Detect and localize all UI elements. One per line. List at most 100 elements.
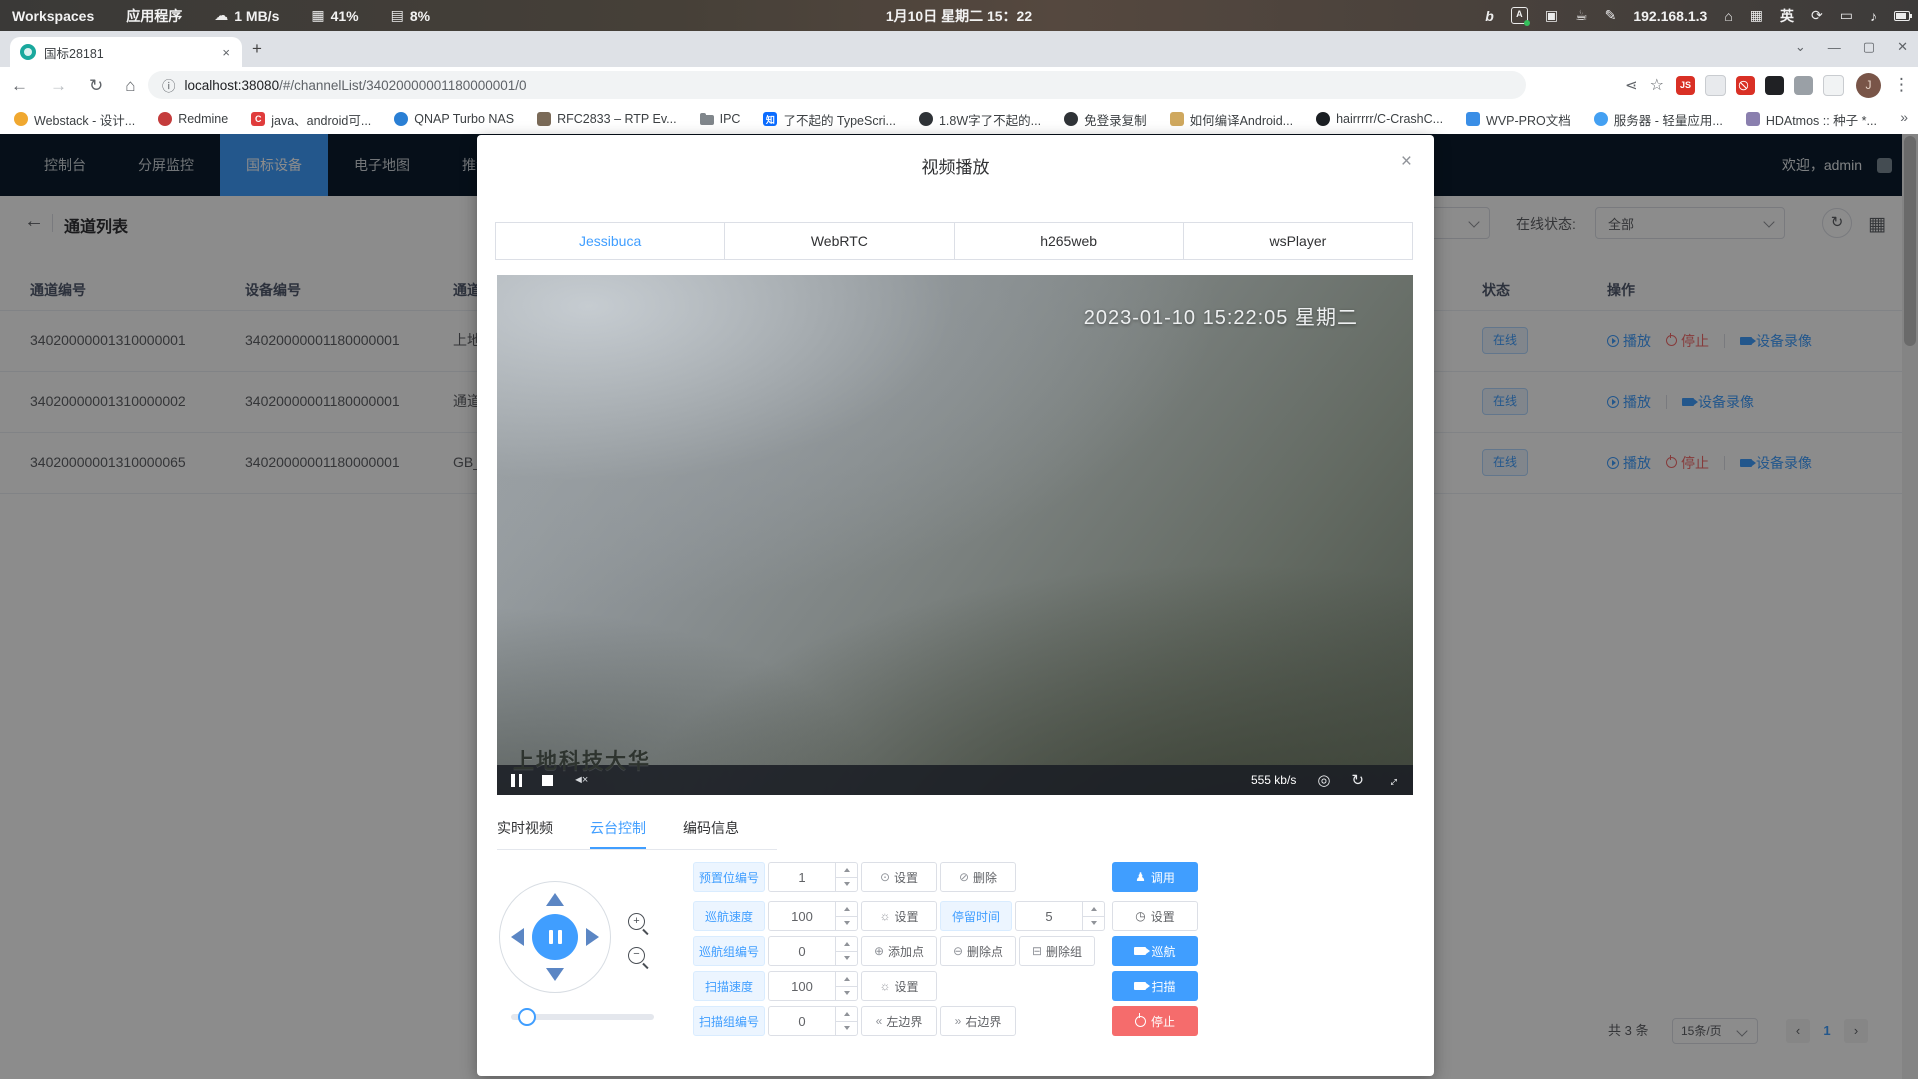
fullscreen-icon[interactable]: ↔ [1381, 769, 1402, 790]
window-close-icon[interactable]: ✕ [1897, 39, 1908, 55]
spinner-up-icon[interactable] [836, 902, 857, 917]
bookmark-item-3[interactable]: QNAP Turbo NAS [394, 112, 514, 126]
ptz-down-arrow[interactable] [546, 968, 564, 981]
ptz-action-扫描[interactable]: 扫描 [1112, 971, 1198, 1001]
ptz-action-停止[interactable]: 停止 [1112, 1006, 1198, 1036]
ptz-button-设置[interactable]: ⊙设置 [861, 862, 937, 892]
sub-tab-0[interactable]: 实时视频 [497, 818, 553, 849]
volume-icon[interactable]: ♪ [1870, 8, 1877, 24]
bookmark-item-8[interactable]: 免登录复制 [1064, 110, 1147, 129]
spinner-down-icon[interactable] [836, 987, 857, 1001]
ptz-button-删除组[interactable]: ⊟删除组 [1019, 936, 1095, 966]
browser-menu-icon[interactable]: ⋮ [1893, 75, 1910, 95]
ime-indicator-icon[interactable]: A [1511, 7, 1528, 24]
bookmark-item-7[interactable]: 1.8W字了不起的... [919, 110, 1041, 129]
bookmark-item-10[interactable]: hairrrrr/C-CrashC... [1316, 112, 1443, 126]
spinner-up-icon[interactable] [1083, 902, 1104, 917]
spinner-up-icon[interactable] [836, 937, 857, 952]
workspaces-button[interactable]: Workspaces [0, 8, 106, 24]
ptz-button-右边界[interactable]: »右边界 [940, 1006, 1016, 1036]
bookmark-item-4[interactable]: RFC2833 – RTP Ev... [537, 112, 677, 126]
bookmark-item-5[interactable]: IPC [700, 112, 741, 126]
player-refresh-icon[interactable]: ↻ [1351, 771, 1364, 789]
screen-rotate-icon[interactable]: ⟳ [1811, 7, 1823, 24]
spinner-up-icon[interactable] [836, 1007, 857, 1022]
extension-dark-icon[interactable] [1765, 76, 1784, 95]
caffeine-tray-icon[interactable]: ☕ [1575, 7, 1588, 24]
window-minimize-icon[interactable]: — [1828, 40, 1841, 55]
ptz-action-调用[interactable]: ♟调用 [1112, 862, 1198, 892]
bookmark-item-1[interactable]: Redmine [158, 112, 228, 126]
bookmark-item-6[interactable]: 知了不起的 TypeScri... [763, 110, 896, 129]
zoom-in-icon[interactable] [628, 913, 645, 930]
bookmark-item-13[interactable]: HDAtmos :: 种子 *... [1746, 110, 1877, 129]
browser-tab[interactable]: 国标28181 × [10, 37, 242, 67]
reload-icon[interactable]: ↻ [78, 76, 114, 96]
ptz-action-设置[interactable]: ◷设置 [1112, 901, 1198, 931]
applications-menu[interactable]: 应用程序 [114, 6, 194, 26]
tab-search-icon[interactable]: ⌄ [1795, 39, 1806, 55]
pause-icon[interactable] [511, 774, 522, 787]
extension-puzzle-icon[interactable] [1794, 76, 1813, 95]
ptz-up-arrow[interactable] [546, 893, 564, 906]
extension-blocker-icon[interactable]: ⃠ [1736, 76, 1755, 95]
home-icon[interactable]: ⌂ [114, 76, 146, 96]
ptz-button-删除点[interactable]: ⊖删除点 [940, 936, 1016, 966]
bookmark-item-12[interactable]: 服务器 - 轻量应用... [1594, 110, 1723, 129]
player-tab-h265web[interactable]: h265web [955, 223, 1184, 259]
player-tab-wsplayer[interactable]: wsPlayer [1184, 223, 1412, 259]
back-icon[interactable]: ← [0, 76, 39, 96]
spinner-down-icon[interactable] [836, 878, 857, 892]
slider-thumb[interactable] [518, 1008, 536, 1026]
clipboard-tray-icon[interactable]: ▣ [1545, 7, 1558, 24]
dialog-close-icon[interactable]: × [1401, 151, 1412, 173]
bookmark-item-11[interactable]: WVP-PRO文档 [1466, 110, 1571, 129]
number-input[interactable]: 100 [768, 901, 858, 931]
extension-wallet-icon[interactable] [1705, 75, 1726, 96]
spinner-down-icon[interactable] [1083, 917, 1104, 931]
extension-window-icon[interactable] [1823, 75, 1844, 96]
spinner-down-icon[interactable] [836, 917, 857, 931]
bookmark-item-9[interactable]: 如何编译Android... [1170, 110, 1294, 129]
ptz-button-左边界[interactable]: «左边界 [861, 1006, 937, 1036]
input-language-indicator[interactable]: 英 [1780, 6, 1794, 26]
ptz-button-设置[interactable]: ☼设置 [861, 971, 937, 1001]
player-tab-jessibuca[interactable]: Jessibuca [496, 223, 725, 259]
bookmark-star-icon[interactable]: ☆ [1650, 75, 1664, 95]
spinner-down-icon[interactable] [836, 952, 857, 966]
number-input[interactable]: 0 [768, 1006, 858, 1036]
volume-muted-icon[interactable]: ◄× [573, 774, 586, 786]
ptz-right-arrow[interactable] [586, 928, 599, 946]
bookmark-item-2[interactable]: Cjava、android可... [251, 110, 371, 129]
number-input[interactable]: 1 [768, 862, 858, 892]
ptz-center-button[interactable] [532, 914, 578, 960]
share-icon[interactable]: ⋖ [1625, 76, 1638, 94]
colorpicker-tray-icon[interactable]: ✎ [1605, 7, 1617, 24]
battery-icon[interactable] [1894, 11, 1910, 21]
bookmark-item-0[interactable]: Webstack - 设计... [14, 110, 135, 129]
number-input[interactable]: 5 [1015, 901, 1105, 931]
ptz-speed-slider[interactable] [511, 1014, 654, 1020]
site-info-icon[interactable]: ⓘ [162, 75, 176, 95]
bing-tray-icon[interactable]: b [1485, 8, 1494, 24]
zoom-out-icon[interactable] [628, 947, 645, 964]
window-maximize-icon[interactable]: ▢ [1863, 39, 1875, 55]
bookmarks-overflow-icon[interactable]: » [1900, 109, 1908, 125]
home-tray-icon[interactable]: ⌂ [1724, 8, 1732, 24]
tab-close-icon[interactable]: × [220, 45, 232, 60]
stop-icon[interactable] [542, 775, 553, 786]
spinner-up-icon[interactable] [836, 863, 857, 878]
ptz-button-设置[interactable]: ☼设置 [861, 901, 937, 931]
spinner-up-icon[interactable] [836, 972, 857, 987]
address-bar[interactable]: ⓘ localhost:38080/#/channelList/34020000… [148, 71, 1526, 99]
extension-js-icon[interactable]: JS [1676, 76, 1695, 95]
number-input[interactable]: 0 [768, 936, 858, 966]
desktop-clock[interactable]: 1月10日 星期二 15：22 [886, 6, 1032, 26]
ptz-action-巡航[interactable]: 巡航 [1112, 936, 1198, 966]
profile-avatar[interactable]: J [1856, 73, 1881, 98]
spinner-down-icon[interactable] [836, 1022, 857, 1036]
sub-tab-1[interactable]: 云台控制 [590, 818, 646, 849]
ptz-left-arrow[interactable] [511, 928, 524, 946]
sub-tab-2[interactable]: 编码信息 [683, 818, 739, 849]
new-tab-button[interactable]: + [252, 39, 262, 59]
